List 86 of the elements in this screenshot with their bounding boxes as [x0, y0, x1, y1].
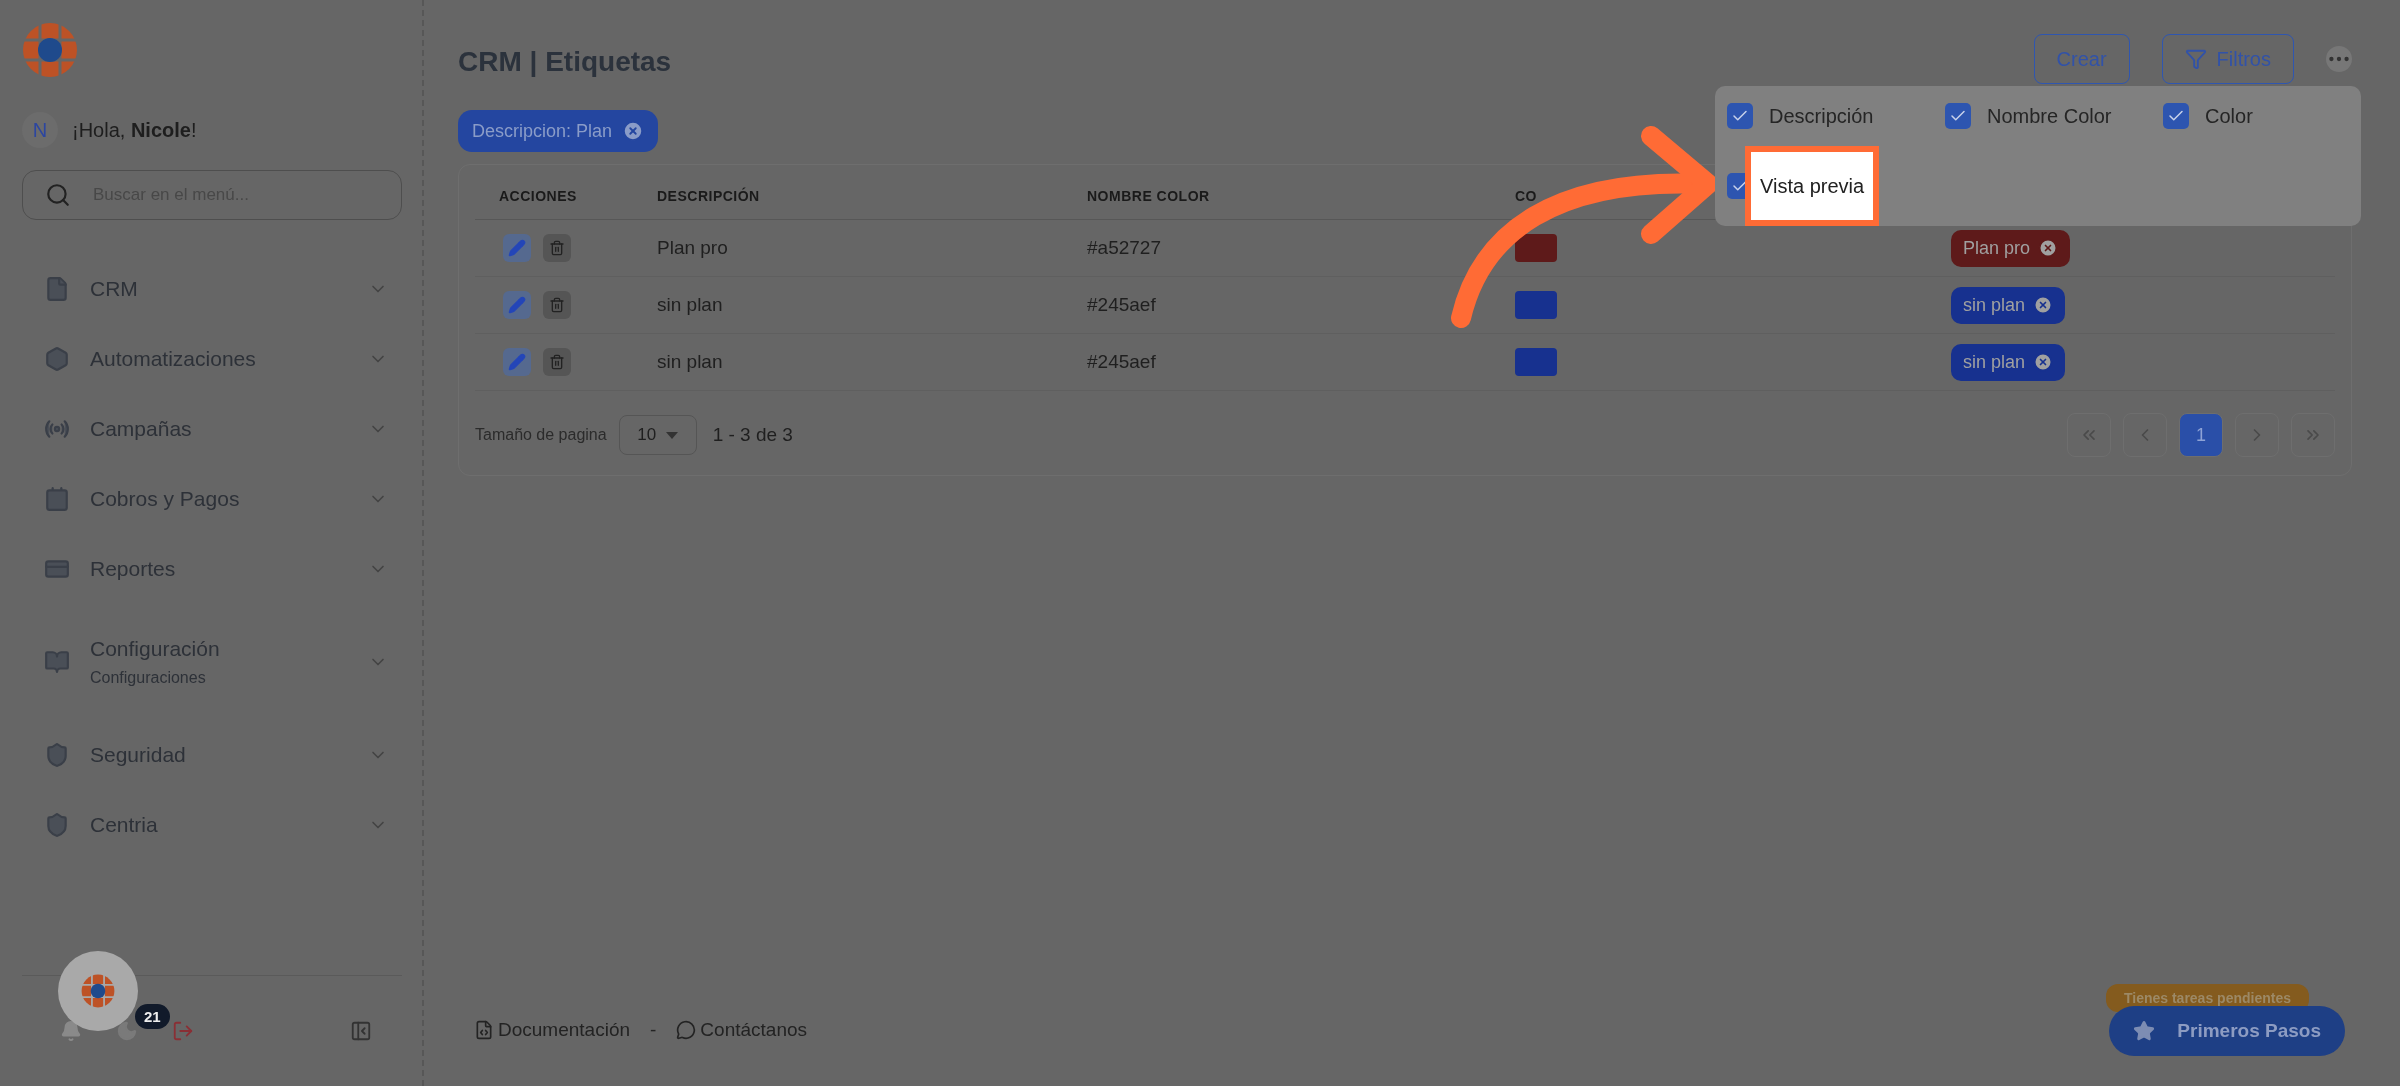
- page-size-label: Tamaño de pagina: [475, 426, 607, 444]
- menu-label: Campañas: [90, 417, 193, 441]
- delete-button[interactable]: [543, 348, 571, 376]
- first-steps-button[interactable]: Primeros Pasos: [2109, 1006, 2345, 1056]
- delete-button[interactable]: [543, 234, 571, 262]
- search-icon: [45, 182, 71, 208]
- notification-badge: 21: [135, 1004, 170, 1029]
- edit-button[interactable]: [503, 234, 531, 262]
- table-cell-text: Plan pro: [656, 237, 729, 259]
- contact-link[interactable]: Contáctanos: [676, 1019, 808, 1041]
- label-tag: sin plan: [1951, 343, 2066, 381]
- book-icon: [44, 649, 70, 675]
- document-icon: [474, 1020, 494, 1040]
- last-page-button[interactable]: [2291, 413, 2335, 457]
- menu-label: Automatizaciones: [90, 347, 257, 371]
- shield-icon: [44, 742, 70, 768]
- page-title: CRM | Etiquetas: [458, 46, 672, 78]
- file-icon: [44, 276, 70, 302]
- trash-icon: [549, 354, 565, 370]
- user-avatar: N: [22, 112, 58, 148]
- pencil-icon: [508, 296, 526, 314]
- table-cell-text: #a52727: [1086, 237, 1162, 259]
- hexagon-icon: [44, 346, 70, 372]
- delete-button[interactable]: [543, 291, 571, 319]
- remove-icon[interactable]: [2033, 295, 2054, 315]
- menu-item[interactable]: Seguridad: [22, 720, 402, 790]
- menu-label: Centria: [90, 813, 159, 837]
- table-cell-text: sin plan: [656, 294, 724, 316]
- filter-icon: [2184, 48, 2207, 70]
- greeting: ¡Hola, Nicole!: [72, 118, 197, 142]
- menu-item[interactable]: Centria: [22, 790, 402, 860]
- logo: [81, 974, 115, 1008]
- edit-button[interactable]: [503, 291, 531, 319]
- menu-label: Seguridad: [90, 743, 187, 767]
- table-cell-text: #245aef: [1086, 351, 1157, 373]
- remove-icon[interactable]: [622, 120, 645, 142]
- column-option[interactable]: Color: [2163, 86, 2381, 146]
- checkbox[interactable]: [1727, 103, 1753, 129]
- chat-icon: [676, 1020, 697, 1040]
- menu-item[interactable]: Configuración Configuraciones: [22, 604, 402, 720]
- table-cell-text: #245aef: [1086, 294, 1157, 316]
- edit-button[interactable]: [503, 348, 531, 376]
- checkbox[interactable]: [2163, 103, 2189, 129]
- first-page-button[interactable]: [2067, 413, 2111, 457]
- menu-label: Reportes: [90, 557, 177, 581]
- column-header: NOMBRE COLOR: [1086, 188, 1211, 204]
- menu-label: Configuración: [90, 637, 221, 661]
- table-cell-text: sin plan: [656, 351, 724, 373]
- menu-item[interactable]: Cobros y Pagos: [22, 464, 402, 534]
- menu-label: CRM: [90, 277, 139, 301]
- pencil-icon: [508, 353, 526, 371]
- logo: [22, 22, 78, 78]
- remove-icon[interactable]: [2033, 352, 2054, 372]
- trash-icon: [549, 240, 565, 256]
- menu-item[interactable]: Reportes: [22, 534, 402, 604]
- page-size-select[interactable]: 10: [618, 415, 697, 455]
- menu-item[interactable]: Campañas: [22, 394, 402, 464]
- filter-chip[interactable]: Descripcion: Plan: [458, 110, 659, 152]
- remove-icon[interactable]: [2038, 238, 2059, 258]
- separator: -: [650, 1019, 657, 1041]
- collapse-icon[interactable]: [350, 1020, 372, 1042]
- caret-icon: [666, 431, 679, 439]
- menu-label: Cobros y Pagos: [90, 487, 241, 511]
- menu-item[interactable]: Automatizaciones: [22, 324, 402, 394]
- shield-icon: [44, 812, 70, 838]
- range-label: 1 - 3 de 3: [712, 424, 793, 446]
- moon-icon[interactable]: [116, 1020, 138, 1042]
- menu-sublabel: Configuraciones: [90, 669, 207, 687]
- pencil-icon: [508, 239, 526, 257]
- page-button[interactable]: 1: [2179, 413, 2223, 457]
- label-tag: sin plan: [1951, 286, 2066, 324]
- documentation-link[interactable]: Documentación: [474, 1019, 631, 1041]
- column-option[interactable]: Vista previa: [1727, 146, 1945, 226]
- highlight-label: Vista previa: [1745, 146, 1880, 226]
- menu-item[interactable]: CRM: [22, 254, 402, 324]
- more-icon[interactable]: [2326, 46, 2352, 72]
- label-tag: Plan pro: [1951, 229, 2071, 267]
- column-header: DESCRIPCIÓN: [656, 188, 761, 204]
- bell-icon[interactable]: [60, 1020, 82, 1042]
- star-icon: [2133, 1020, 2156, 1042]
- checkbox[interactable]: [1945, 103, 1971, 129]
- column-header: CO: [1514, 188, 1538, 204]
- trash-icon: [549, 297, 565, 313]
- column-header: ACCIONES: [498, 188, 578, 204]
- column-option[interactable]: Nombre Color: [1945, 86, 2163, 146]
- column-option[interactable]: Descripción: [1727, 86, 1945, 146]
